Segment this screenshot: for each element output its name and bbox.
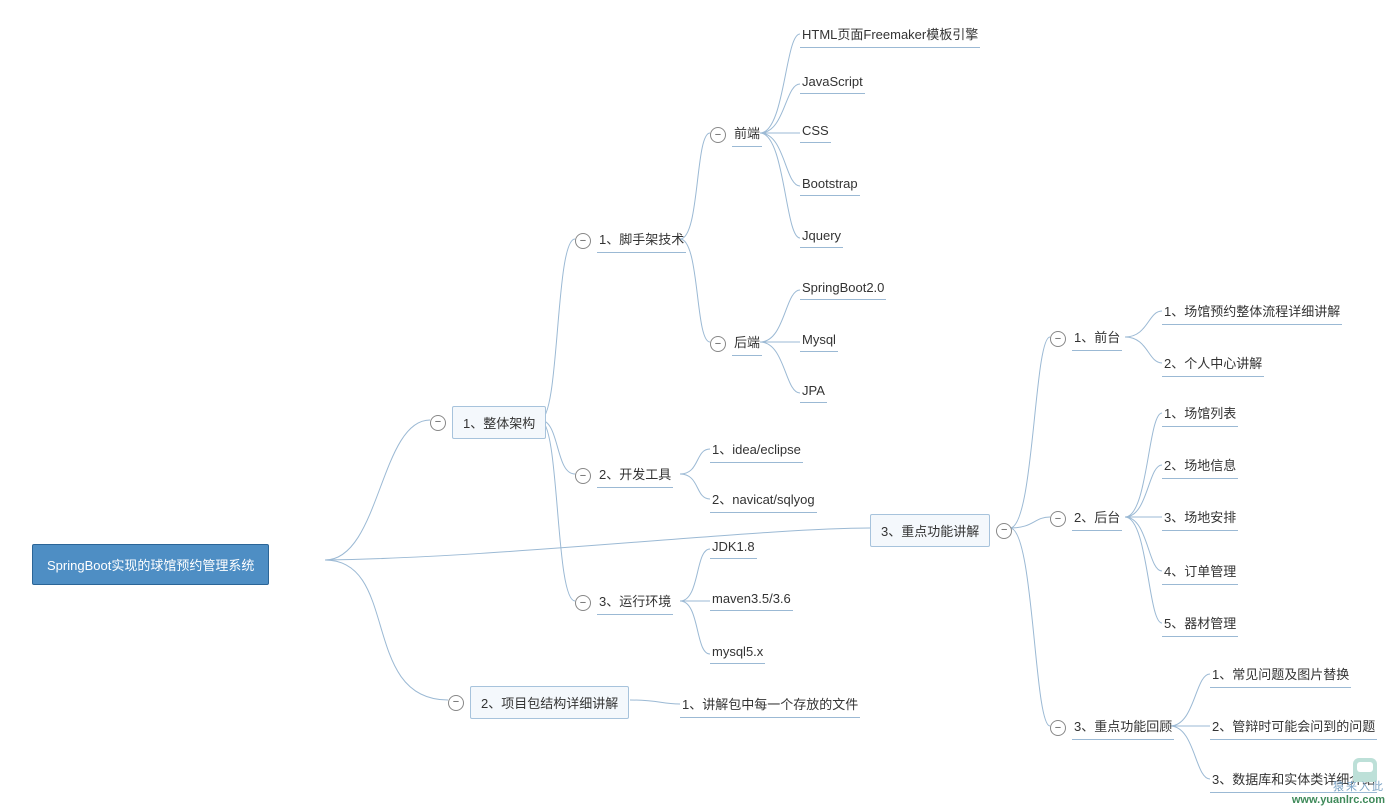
b3-c2-item[interactable]: 4、订单管理 bbox=[1162, 561, 1238, 585]
b3-c2-item[interactable]: 3、场地安排 bbox=[1162, 507, 1238, 531]
runtime-item[interactable]: maven3.5/3.6 bbox=[710, 591, 793, 611]
branch-1-label: 1、整体架构 bbox=[452, 406, 546, 439]
branch-3[interactable]: 3、重点功能讲解 − bbox=[870, 514, 1012, 547]
b3-c2-label: 2、后台 bbox=[1072, 507, 1122, 531]
collapse-icon[interactable]: − bbox=[996, 523, 1012, 539]
collapse-icon[interactable]: − bbox=[575, 595, 591, 611]
collapse-icon[interactable]: − bbox=[1050, 511, 1066, 527]
b3-c2-item[interactable]: 5、器材管理 bbox=[1162, 613, 1238, 637]
b2-item[interactable]: 1、讲解包中每一个存放的文件 bbox=[680, 694, 860, 718]
b3-c3-label: 3、重点功能回顾 bbox=[1072, 716, 1174, 740]
b1-c3[interactable]: − 3、运行环境 bbox=[575, 591, 673, 615]
b3-c1-item[interactable]: 1、场馆预约整体流程详细讲解 bbox=[1162, 301, 1342, 325]
collapse-icon[interactable]: − bbox=[448, 695, 464, 711]
backend-label: 后端 bbox=[732, 332, 762, 356]
b3-c3-item[interactable]: 2、管辩时可能会问到的问题 bbox=[1210, 716, 1377, 740]
b1-c3-label: 3、运行环境 bbox=[597, 591, 673, 615]
runtime-item[interactable]: JDK1.8 bbox=[710, 539, 757, 559]
b3-c2-item[interactable]: 2、场地信息 bbox=[1162, 455, 1238, 479]
b3-c1-label: 1、前台 bbox=[1072, 327, 1122, 351]
watermark: 猿来入此 www.yuanlrc.com bbox=[1292, 778, 1385, 806]
runtime-item[interactable]: mysql5.x bbox=[710, 644, 765, 664]
branch-2[interactable]: − 2、项目包结构详细讲解 bbox=[448, 686, 629, 719]
b3-c3[interactable]: − 3、重点功能回顾 bbox=[1050, 716, 1174, 740]
branch-3-label: 3、重点功能讲解 bbox=[870, 514, 990, 547]
frontend-item[interactable]: CSS bbox=[800, 123, 831, 143]
b1-c1[interactable]: − 1、脚手架技术 bbox=[575, 229, 686, 253]
backend-node[interactable]: − 后端 bbox=[710, 332, 762, 356]
b3-c1[interactable]: − 1、前台 bbox=[1050, 327, 1122, 351]
watermark-line1: 猿来入此 bbox=[1292, 778, 1385, 794]
b1-c2[interactable]: − 2、开发工具 bbox=[575, 464, 673, 488]
backend-item[interactable]: JPA bbox=[800, 383, 827, 403]
b1-c2-label: 2、开发工具 bbox=[597, 464, 673, 488]
backend-item[interactable]: SpringBoot2.0 bbox=[800, 280, 886, 300]
backend-item[interactable]: Mysql bbox=[800, 332, 838, 352]
b3-c2-item[interactable]: 1、场馆列表 bbox=[1162, 403, 1238, 427]
b1-c1-label: 1、脚手架技术 bbox=[597, 229, 686, 253]
b3-c3-item[interactable]: 1、常见问题及图片替换 bbox=[1210, 664, 1351, 688]
frontend-label: 前端 bbox=[732, 123, 762, 147]
frontend-item[interactable]: JavaScript bbox=[800, 74, 865, 94]
collapse-icon[interactable]: − bbox=[710, 336, 726, 352]
collapse-icon[interactable]: − bbox=[575, 468, 591, 484]
frontend-node[interactable]: − 前端 bbox=[710, 123, 762, 147]
collapse-icon[interactable]: − bbox=[710, 127, 726, 143]
root-label: SpringBoot实现的球馆预约管理系统 bbox=[32, 544, 269, 585]
collapse-icon[interactable]: − bbox=[1050, 720, 1066, 736]
collapse-icon[interactable]: − bbox=[430, 415, 446, 431]
collapse-icon[interactable]: − bbox=[1050, 331, 1066, 347]
b3-c1-item[interactable]: 2、个人中心讲解 bbox=[1162, 353, 1264, 377]
root-node[interactable]: SpringBoot实现的球馆预约管理系统 bbox=[32, 544, 269, 585]
frontend-item[interactable]: Jquery bbox=[800, 228, 843, 248]
devtool-item[interactable]: 1、idea/eclipse bbox=[710, 439, 803, 463]
collapse-icon[interactable]: − bbox=[575, 233, 591, 249]
watermark-line2: www.yuanlrc.com bbox=[1292, 794, 1385, 806]
b3-c2[interactable]: − 2、后台 bbox=[1050, 507, 1122, 531]
frontend-item[interactable]: Bootstrap bbox=[800, 176, 860, 196]
frontend-item[interactable]: HTML页面Freemaker模板引擎 bbox=[800, 24, 980, 48]
branch-1[interactable]: − 1、整体架构 bbox=[430, 406, 546, 439]
devtool-item[interactable]: 2、navicat/sqlyog bbox=[710, 489, 817, 513]
branch-2-label: 2、项目包结构详细讲解 bbox=[470, 686, 629, 719]
